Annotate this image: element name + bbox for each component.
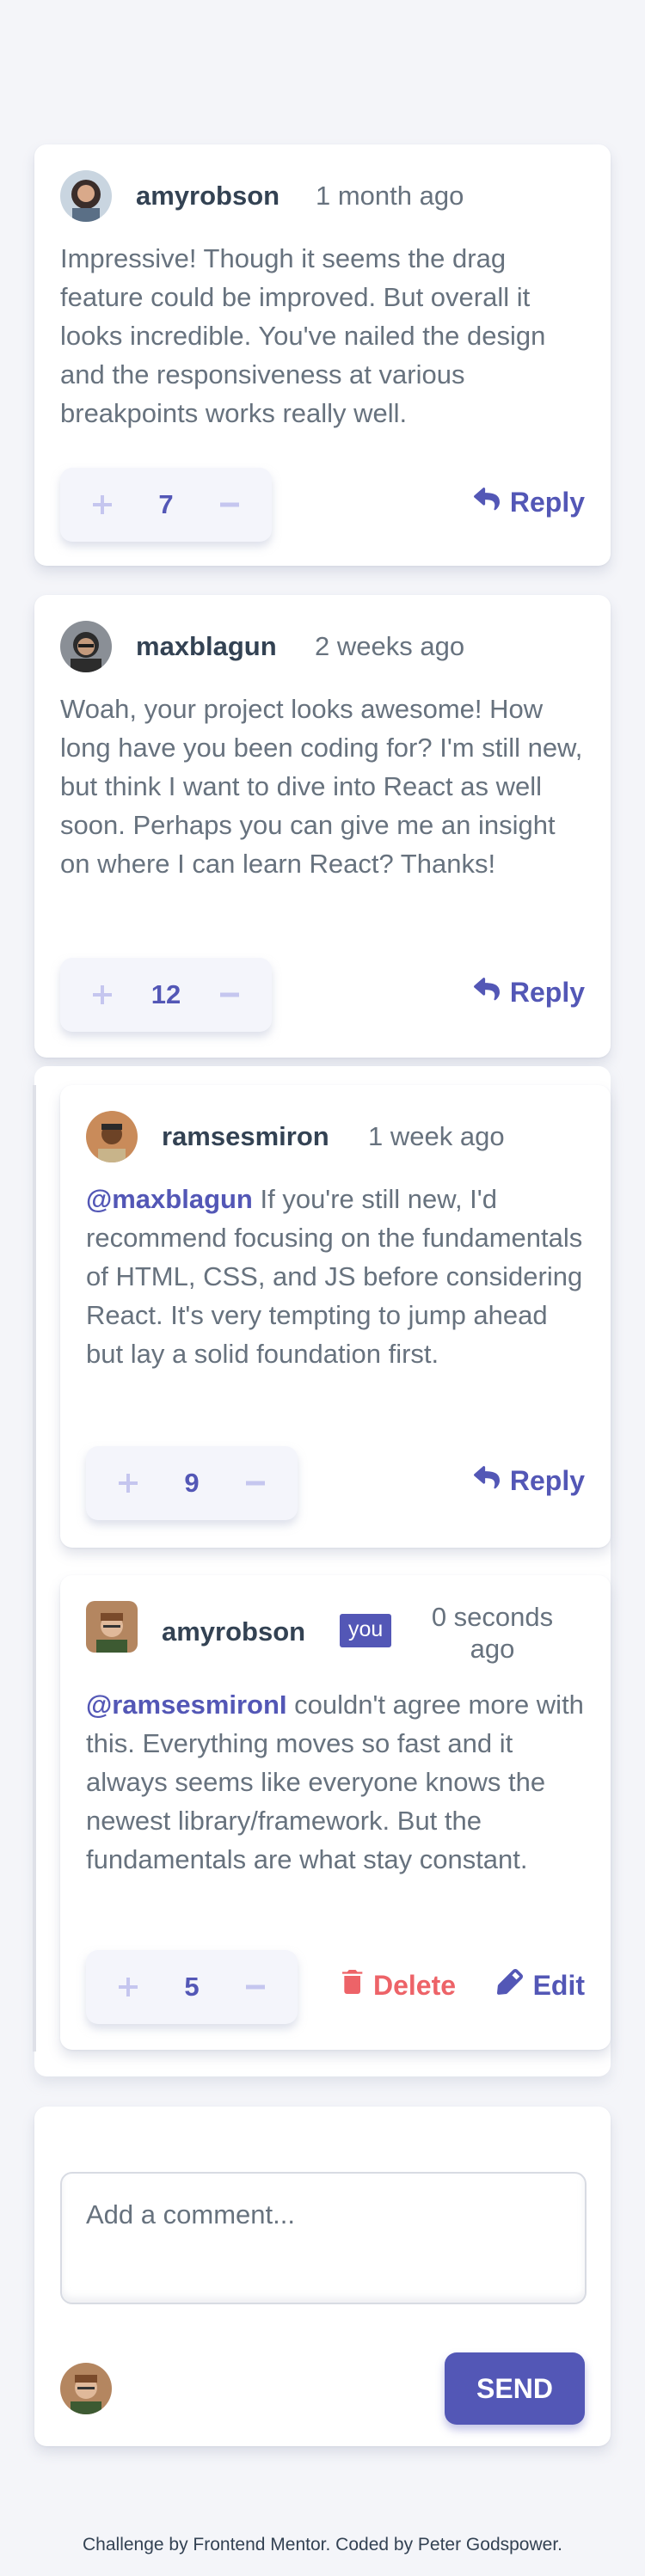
comment-timestamp: 2 weeks ago <box>315 631 465 661</box>
reply-arrow-icon <box>473 977 500 1009</box>
reply-button[interactable]: Reply <box>473 487 585 518</box>
minus-icon[interactable] <box>212 487 248 523</box>
comment-card: amyrobson 1 month ago Impressive! Though… <box>34 144 611 566</box>
attribution-footer: Challenge by Frontend Mentor. Coded by P… <box>83 2535 562 2555</box>
comment-timestamp: 1 week ago <box>368 1121 505 1151</box>
reply-arrow-icon <box>473 487 500 518</box>
trash-icon <box>342 1969 363 2002</box>
thread-line <box>33 1085 36 2052</box>
comment-textarea[interactable]: Add a comment... <box>60 2172 587 2304</box>
username: amyrobson <box>162 1616 306 1647</box>
reply-arrow-icon <box>473 1465 500 1497</box>
mention[interactable]: @maxblagun <box>86 1184 253 1214</box>
edit-button[interactable]: Edit <box>496 1969 585 2002</box>
avatar <box>60 621 112 672</box>
send-button[interactable]: SEND <box>445 2352 585 2425</box>
reply-button[interactable]: Reply <box>473 977 585 1009</box>
comment-text: Impressive! Though it seems the drag fea… <box>60 243 546 428</box>
reply-card: ramsesmiron 1 week ago @maxblagun If you… <box>60 1085 611 1548</box>
reply-label: Reply <box>509 977 585 1008</box>
score-counter: 5 <box>86 1950 298 2024</box>
delete-button[interactable]: Delete <box>342 1969 456 2002</box>
comment-text: @maxblagun If you're still new, I'd reco… <box>86 1180 589 1373</box>
username: maxblagun <box>136 631 277 661</box>
edit-label: Edit <box>532 1969 585 2001</box>
username: amyrobson <box>136 181 280 211</box>
delete-label: Delete <box>373 1969 457 2001</box>
avatar <box>86 1601 138 1653</box>
avatar <box>60 170 112 222</box>
score-counter: 12 <box>60 958 272 1032</box>
avatar <box>86 1111 138 1162</box>
score-counter: 7 <box>60 468 272 542</box>
new-comment-form: Add a comment... SEND <box>34 2107 611 2446</box>
score-counter: 9 <box>86 1446 298 1520</box>
reply-button[interactable]: Reply <box>473 1465 585 1497</box>
reply-card-own: amyrobson you 0 seconds ago @ramsesmiron… <box>60 1575 611 2050</box>
reply-label: Reply <box>509 1465 585 1496</box>
comment-text: Woah, your project looks awesome! How lo… <box>60 694 583 879</box>
pencil-icon <box>496 1969 523 2002</box>
comment-timestamp: 0 seconds ago <box>431 1602 554 1664</box>
comment-text: @ramsesmironI couldn't agree more with t… <box>86 1685 589 1879</box>
minus-icon[interactable] <box>237 1969 273 2005</box>
mention[interactable]: @ramsesmironI <box>86 1690 287 1720</box>
minus-icon[interactable] <box>212 977 248 1013</box>
reply-label: Reply <box>509 487 585 518</box>
current-user-avatar <box>60 2363 112 2414</box>
you-badge: you <box>340 1614 392 1647</box>
comment-card: maxblagun 2 weeks ago Woah, your project… <box>34 595 611 1058</box>
username: ramsesmiron <box>162 1121 329 1151</box>
comment-timestamp: 1 month ago <box>316 181 464 211</box>
minus-icon[interactable] <box>237 1465 273 1501</box>
